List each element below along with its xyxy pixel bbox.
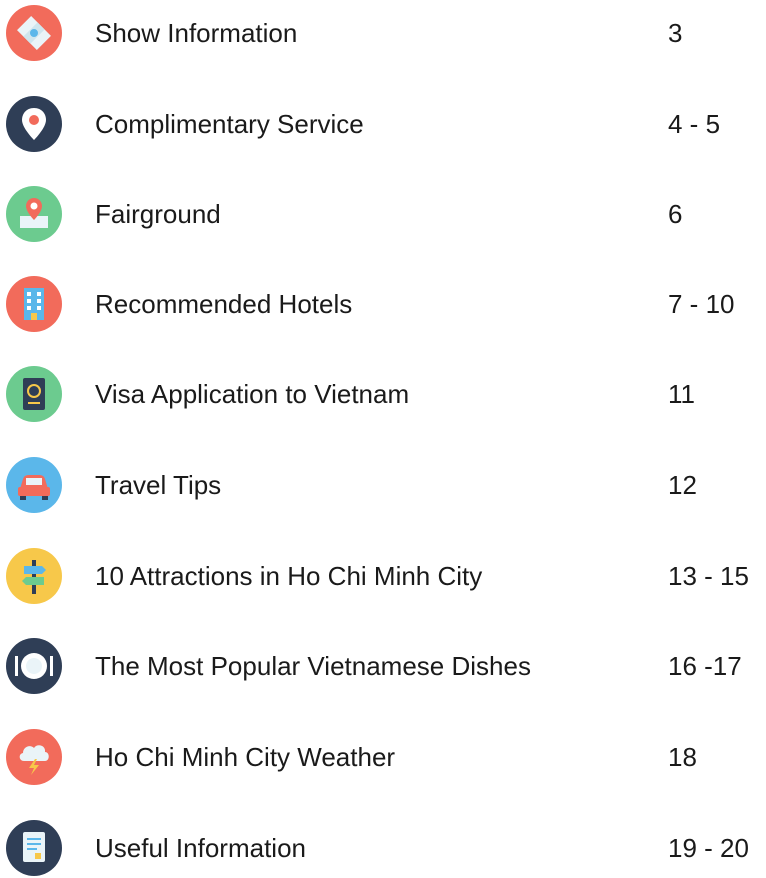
signpost-icon (6, 548, 62, 604)
dinner-plate-icon (6, 638, 62, 694)
storm-cloud-icon (6, 729, 62, 785)
toc-entry-label: Fairground (95, 199, 221, 229)
car-icon (6, 457, 62, 513)
toc-entry-pages: 6 (668, 199, 683, 229)
toc-entry-label: Ho Chi Minh City Weather (95, 742, 396, 772)
toc-entry-fairground[interactable]: Fairground 6 (0, 184, 766, 244)
toc-entry-label: Travel Tips (95, 470, 222, 500)
document-icon (6, 820, 62, 876)
toc-entry-useful-information[interactable]: Useful Information 19 - 20 (0, 818, 766, 878)
location-pin-icon (6, 96, 62, 152)
map-icon (6, 5, 62, 61)
toc-entry-attractions[interactable]: 10 Attractions in Ho Chi Minh City 13 - … (0, 546, 766, 606)
toc-entry-complimentary-service[interactable]: Complimentary Service 4 - 5 (0, 94, 766, 154)
toc-entry-pages: 16 -17 (668, 651, 742, 681)
toc-entry-pages: 7 - 10 (668, 289, 735, 319)
toc-entry-pages: 13 - 15 (668, 561, 749, 591)
toc-entry-label: 10 Attractions in Ho Chi Minh City (95, 561, 483, 591)
toc-entry-pages: 19 - 20 (668, 833, 749, 863)
toc-entry-pages: 11 (668, 379, 695, 409)
toc-entry-label: Show Information (95, 18, 298, 48)
toc-entry-pages: 3 (668, 18, 683, 48)
toc-entry-label: Recommended Hotels (95, 289, 353, 319)
toc-entry-label: Useful Information (95, 833, 306, 863)
toc-entry-label: Complimentary Service (95, 109, 364, 139)
toc-entry-label: The Most Popular Vietnamese Dishes (95, 651, 531, 681)
toc-entry-travel-tips[interactable]: Travel Tips 12 (0, 455, 766, 515)
table-of-contents: Show Information 3 Complimentary Service… (0, 0, 766, 876)
toc-entry-recommended-hotels[interactable]: Recommended Hotels 7 - 10 (0, 274, 766, 334)
toc-entry-label: Visa Application to Vietnam (95, 379, 410, 409)
passport-icon (6, 366, 62, 422)
toc-entry-pages: 18 (668, 742, 697, 772)
toc-entry-pages: 4 - 5 (668, 109, 721, 139)
toc-entry-vietnamese-dishes[interactable]: The Most Popular Vietnamese Dishes 16 -1… (0, 636, 766, 696)
hotel-building-icon (6, 276, 62, 332)
toc-entry-weather[interactable]: Ho Chi Minh City Weather 18 (0, 727, 766, 787)
toc-entry-pages: 12 (668, 470, 697, 500)
toc-entry-show-information[interactable]: Show Information 3 (0, 3, 766, 63)
fairground-map-icon (6, 186, 62, 242)
toc-entry-visa-application[interactable]: Visa Application to Vietnam 11 (0, 364, 766, 424)
